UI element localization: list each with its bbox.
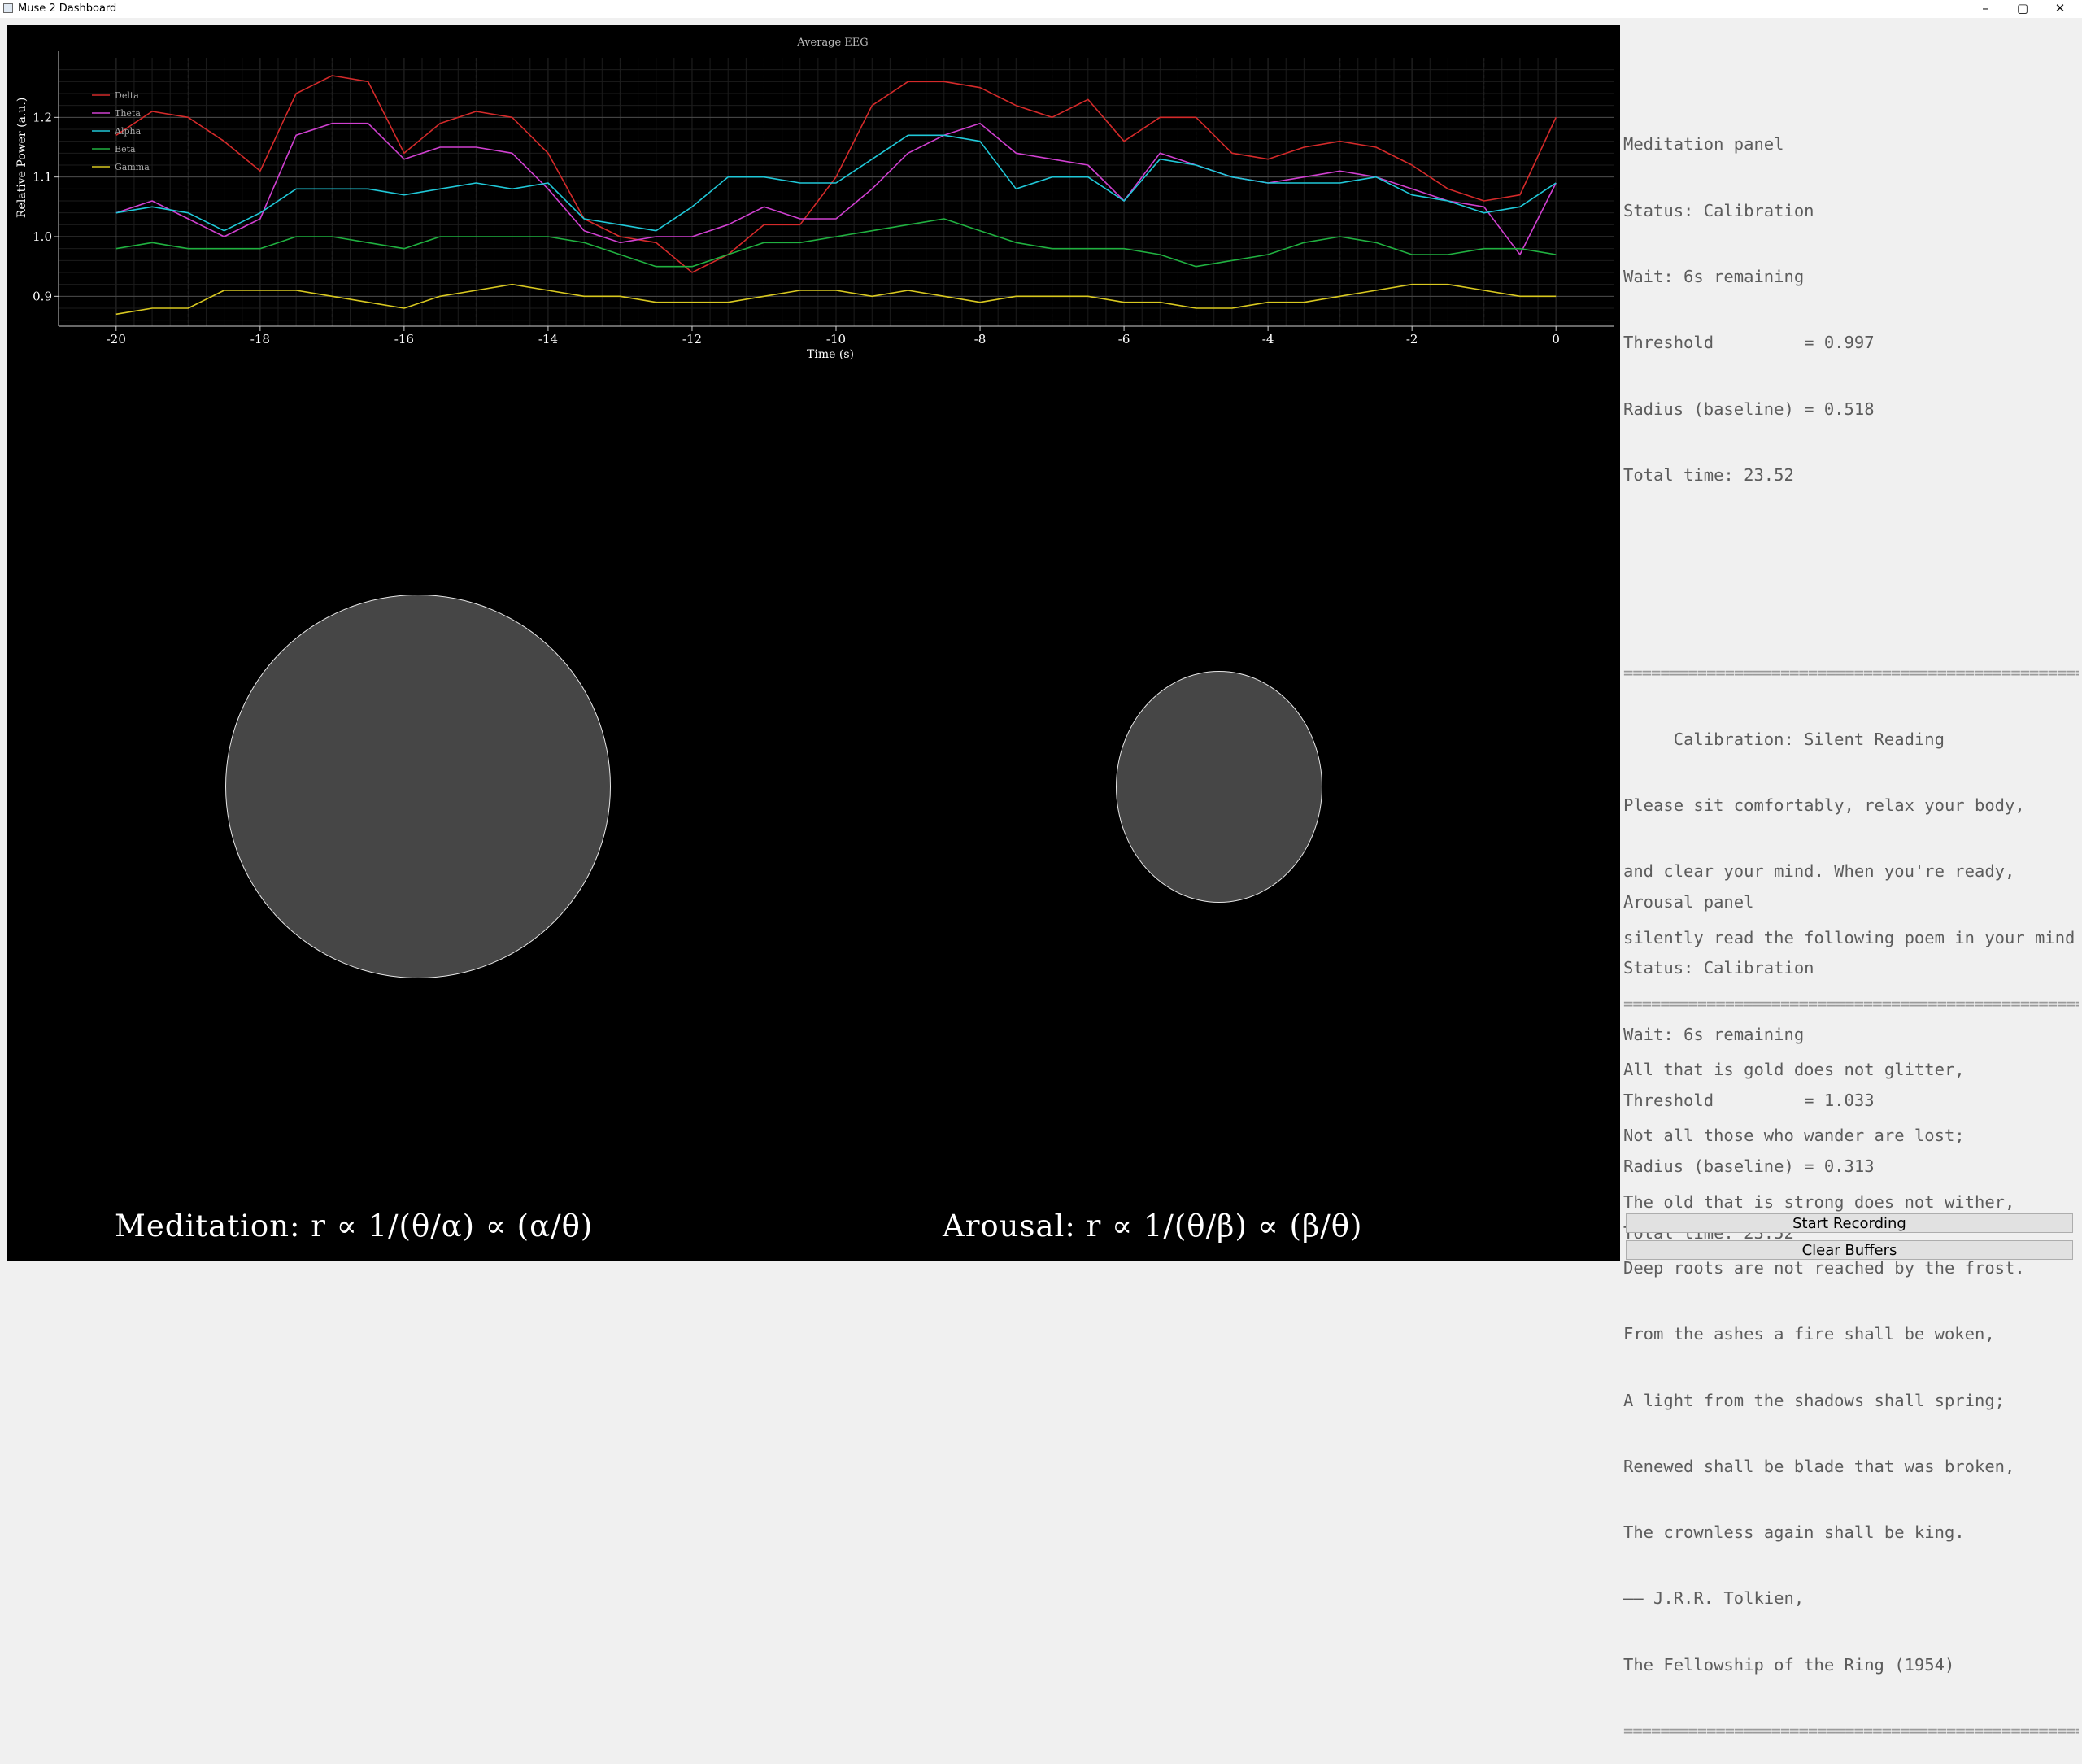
meditation-radius: Radius (baseline) = 0.518 xyxy=(1623,399,1875,419)
meditation-wait: Wait: 6s remaining xyxy=(1623,266,1805,286)
separator: ========================================… xyxy=(1623,1720,2079,1740)
title-bar: Muse 2 Dashboard – ▢ ✕ xyxy=(0,0,2082,18)
meditation-status: Status: Calibration xyxy=(1623,200,1814,220)
legend-label: Alpha xyxy=(114,126,142,137)
poem-attribution: —— J.R.R. Tolkien, xyxy=(1623,1588,1805,1609)
arousal-panel: Arousal panel Status: Calibration Wait: … xyxy=(1623,847,2079,1266)
y-tick-label: 1.1 xyxy=(33,170,52,185)
x-tick-label: -8 xyxy=(974,332,987,346)
chart-legend: Delta Theta Alpha Beta Gamma xyxy=(92,90,150,172)
legend-label: Beta xyxy=(115,144,136,155)
instruction-line: Please sit comfortably, relax your body, xyxy=(1623,795,2025,815)
x-tick-label: -20 xyxy=(107,332,126,346)
meditation-circle xyxy=(225,595,611,978)
arousal-status: Status: Calibration xyxy=(1623,958,1814,978)
x-tick-label: -18 xyxy=(250,332,270,346)
arousal-panel-title: Arousal panel xyxy=(1623,892,1754,912)
separator: ========================================… xyxy=(1623,663,2079,683)
start-recording-button[interactable]: Start Recording xyxy=(1626,1213,2073,1233)
x-tick-label: 0 xyxy=(1552,332,1560,346)
chart-title: Average EEG xyxy=(796,37,868,49)
y-tick-label: 1.2 xyxy=(33,110,52,124)
minimize-button[interactable]: – xyxy=(1967,0,2004,18)
y-axis-label: Relative Power (a.u.) xyxy=(15,98,28,218)
poem-line: Renewed shall be blade that was broken, xyxy=(1623,1456,2015,1476)
x-tick-label: -2 xyxy=(1406,332,1418,346)
meditation-threshold: Threshold = 0.997 xyxy=(1623,333,1875,353)
x-tick-label: -4 xyxy=(1262,332,1274,346)
poem-line: From the ashes a fire shall be woken, xyxy=(1623,1324,1995,1344)
visualization-area: -20 -18 -16 -14 -12 -10 -8 -6 -4 -2 0 0.9 1.0 1.1 1.2 … xyxy=(7,25,1620,1261)
calibration-title: Calibration: Silent Reading xyxy=(1623,729,1945,749)
x-tick-label: -12 xyxy=(682,332,702,346)
window-title: Muse 2 Dashboard xyxy=(18,2,117,15)
eeg-chart: -20 -18 -16 -14 -12 -10 -8 -6 -4 -2 00.91.01.11.2 … xyxy=(15,37,1614,361)
y-tick-label: 1.0 xyxy=(33,229,52,244)
meditation-formula: Meditation: r ∝ 1/(θ/α) ∝ (α/θ) xyxy=(115,1209,594,1244)
poem-attribution: The Fellowship of the Ring (1954) xyxy=(1623,1654,1955,1675)
x-axis-label: Time (s) xyxy=(807,348,854,361)
app-icon xyxy=(3,3,13,13)
arousal-radius: Radius (baseline) = 0.313 xyxy=(1623,1156,1875,1177)
arousal-formula: Arousal: r ∝ 1/(θ/β) ∝ (β/θ) xyxy=(943,1209,1363,1244)
clear-buffers-button[interactable]: Clear Buffers xyxy=(1626,1240,2073,1260)
x-tick-label: -16 xyxy=(394,332,414,346)
legend-label: Theta xyxy=(115,108,141,119)
x-tick-label: -10 xyxy=(826,332,846,346)
poem-line: A light from the shadows shall spring; xyxy=(1623,1390,2005,1410)
chart-axes: -20 -18 -16 -14 -12 -10 -8 -6 -4 -2 00.91.01.11.2 xyxy=(33,51,1614,346)
arousal-wait: Wait: 6s remaining xyxy=(1623,1024,1805,1044)
y-tick-label: 0.9 xyxy=(33,289,52,303)
close-button[interactable]: ✕ xyxy=(2041,0,2079,18)
x-tick-label: -14 xyxy=(538,332,558,346)
arousal-circle xyxy=(1116,671,1322,903)
poem-line: The crownless again shall be king. xyxy=(1623,1522,1965,1543)
arousal-threshold: Threshold = 1.033 xyxy=(1623,1091,1875,1111)
meditation-total-time: Total time: 23.52 xyxy=(1623,464,1794,485)
legend-label: Delta xyxy=(115,90,139,101)
meditation-panel: Meditation panel Status: Calibration Wai… xyxy=(1623,89,2079,530)
legend-label: Gamma xyxy=(115,162,150,172)
meditation-panel-title: Meditation panel xyxy=(1623,134,1784,155)
x-tick-label: -6 xyxy=(1118,332,1130,346)
maximize-button[interactable]: ▢ xyxy=(2004,0,2041,18)
